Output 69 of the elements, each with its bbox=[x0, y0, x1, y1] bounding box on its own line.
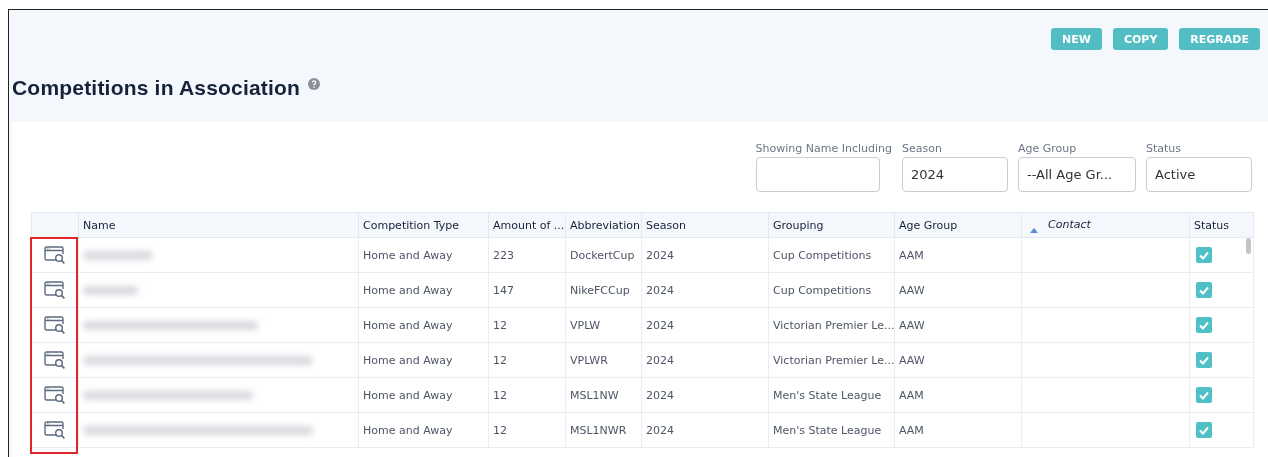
table-cell: VPLWR bbox=[565, 342, 642, 378]
filter-field[interactable]: 2024 bbox=[902, 157, 1008, 192]
table-cell: 2024 bbox=[641, 342, 769, 378]
column-header[interactable]: Name bbox=[78, 212, 359, 238]
view-window-search-icon[interactable] bbox=[44, 386, 66, 404]
table-cell: MSL1NW bbox=[565, 377, 642, 413]
table-cell: AAM bbox=[894, 412, 1022, 448]
status-checkbox[interactable] bbox=[1196, 282, 1212, 298]
status-checkbox[interactable] bbox=[1196, 317, 1212, 333]
table-cell: AAW bbox=[894, 272, 1022, 308]
table-cell: Home and Away bbox=[358, 342, 489, 378]
column-header[interactable]: Competition Type bbox=[358, 212, 489, 238]
column-header[interactable]: Abbreviation bbox=[565, 212, 642, 238]
table-cell: Men's State League bbox=[768, 412, 895, 448]
table-cell: DockertCup bbox=[565, 237, 642, 273]
sort-ascending-icon bbox=[1030, 227, 1038, 233]
scrollbar[interactable] bbox=[1246, 238, 1251, 254]
view-window-search-icon[interactable] bbox=[44, 351, 66, 369]
table-cell: 12 bbox=[488, 342, 566, 378]
column-header[interactable]: Contact bbox=[1021, 212, 1190, 238]
column-header[interactable]: Amount of ... bbox=[488, 212, 566, 238]
view-window-search-icon[interactable] bbox=[44, 246, 66, 264]
table-cell: Victorian Premier Le... bbox=[768, 307, 895, 343]
view-window-search-icon[interactable] bbox=[44, 316, 66, 334]
table-cell: MSL1NWR bbox=[565, 412, 642, 448]
column-header[interactable]: Age Group bbox=[894, 212, 1022, 238]
column-header[interactable]: Grouping bbox=[768, 212, 895, 238]
help-icon[interactable] bbox=[308, 78, 321, 90]
table-cell: 2024 bbox=[641, 237, 769, 273]
filter-label: Age Group bbox=[1018, 142, 1078, 157]
table-cell: Home and Away bbox=[358, 237, 489, 273]
table-cell: Cup Competitions bbox=[768, 237, 895, 273]
table-cell: NikeFCCup bbox=[565, 272, 642, 308]
filter-field[interactable]: Active bbox=[1146, 157, 1252, 192]
table-cell: 2024 bbox=[641, 272, 769, 308]
table-cell: VPLW bbox=[565, 307, 642, 343]
table-cell: 12 bbox=[488, 412, 566, 448]
page-title: Competitions in Association bbox=[12, 76, 301, 100]
table-cell: 2024 bbox=[641, 377, 769, 413]
table-cell: Home and Away bbox=[358, 412, 489, 448]
status-checkbox[interactable] bbox=[1196, 247, 1212, 263]
table-cell: Victorian Premier Le... bbox=[768, 342, 895, 378]
table-cell: Men's State League bbox=[768, 377, 895, 413]
table-cell: AAM bbox=[894, 237, 1022, 273]
table-cell: Home and Away bbox=[358, 377, 489, 413]
column-header[interactable]: Status bbox=[1189, 212, 1254, 238]
filter-label: Showing Name Including bbox=[755, 142, 892, 157]
filter-label: Season bbox=[902, 142, 943, 157]
status-checkbox[interactable] bbox=[1196, 352, 1212, 368]
view-window-search-icon[interactable] bbox=[44, 281, 66, 299]
table-cell: 223 bbox=[488, 237, 566, 273]
status-checkbox[interactable] bbox=[1196, 387, 1212, 403]
table-cell: Home and Away bbox=[358, 272, 489, 308]
table-cell: AAW bbox=[894, 307, 1022, 343]
status-checkbox[interactable] bbox=[1196, 422, 1212, 438]
table-cell: AAW bbox=[894, 342, 1022, 378]
table-cell: 2024 bbox=[641, 307, 769, 343]
table-cell: 2024 bbox=[641, 412, 769, 448]
table-cell: Home and Away bbox=[358, 307, 489, 343]
table-cell: 12 bbox=[488, 377, 566, 413]
filter-field[interactable] bbox=[755, 157, 880, 192]
view-window-search-icon[interactable] bbox=[44, 421, 66, 439]
table-cell: 12 bbox=[488, 307, 566, 343]
table-cell: 147 bbox=[488, 272, 566, 308]
column-header[interactable]: Season bbox=[641, 212, 769, 238]
table-cell: Cup Competitions bbox=[768, 272, 895, 308]
table-cell: AAM bbox=[894, 377, 1022, 413]
filter-label: Status bbox=[1146, 142, 1183, 157]
filter-field[interactable]: --All Age Gr... bbox=[1018, 157, 1136, 192]
